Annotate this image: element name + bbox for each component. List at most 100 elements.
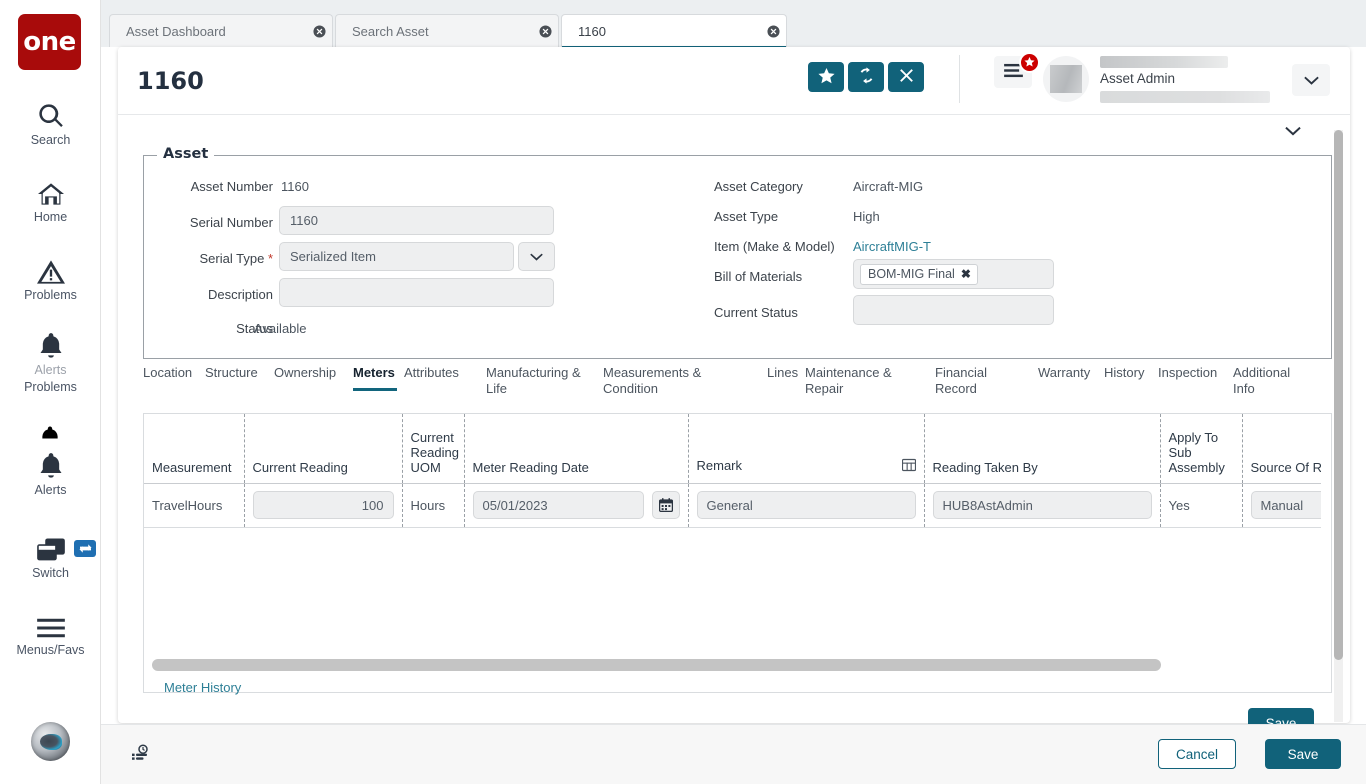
sidebar-item-problems[interactable]: Problems bbox=[0, 255, 101, 302]
sidebar-item-label: Search bbox=[31, 133, 71, 147]
grid-columns-icon[interactable] bbox=[902, 458, 916, 475]
tab-manufacturing-life[interactable]: Manufacturing & Life bbox=[486, 365, 582, 396]
sidebar-item-label: Alerts bbox=[35, 483, 67, 497]
refresh-icon bbox=[858, 67, 875, 87]
tab-asset-dashboard[interactable]: Asset Dashboard bbox=[109, 14, 333, 47]
hamburger-icon bbox=[36, 610, 66, 640]
tab-search-asset[interactable]: Search Asset bbox=[335, 14, 559, 47]
col-source-of-reading[interactable]: Source Of Reading bbox=[1242, 414, 1321, 483]
tab-1160[interactable]: 1160 bbox=[561, 14, 787, 47]
status-value: Available bbox=[254, 321, 307, 336]
asset-number-value: 1160 bbox=[281, 179, 309, 194]
serial-type-dropdown-button[interactable] bbox=[518, 242, 555, 271]
tab-history[interactable]: History bbox=[1104, 365, 1154, 381]
user-menu-caret-button[interactable] bbox=[1292, 64, 1330, 96]
cell-uom: Hours bbox=[402, 483, 464, 527]
record-header: 1160 bbox=[118, 47, 1350, 115]
item-make-model-link[interactable]: AircraftMIG-T bbox=[853, 239, 931, 254]
collapse-section-button[interactable] bbox=[1280, 121, 1306, 141]
favorite-button[interactable] bbox=[808, 62, 844, 92]
tab-ownership[interactable]: Ownership bbox=[274, 365, 348, 381]
description-input[interactable] bbox=[279, 278, 554, 307]
sidebar-item-home[interactable]: Home bbox=[0, 177, 101, 224]
tab-attributes[interactable]: Attributes bbox=[404, 365, 474, 381]
source-of-reading-input[interactable]: Manual bbox=[1251, 491, 1322, 519]
meter-settings-icon[interactable] bbox=[131, 743, 151, 766]
tab-inspection[interactable]: Inspection bbox=[1158, 365, 1228, 381]
cancel-button[interactable]: Cancel bbox=[1158, 739, 1236, 769]
col-current-reading-uom[interactable]: Current Reading UOM bbox=[402, 414, 464, 483]
current-status-input[interactable] bbox=[853, 295, 1054, 325]
section-collapse-row bbox=[118, 115, 1332, 147]
save-button[interactable]: Save bbox=[1265, 739, 1341, 769]
switch-windows-icon bbox=[36, 533, 66, 563]
asset-number-label: Asset Number bbox=[158, 179, 273, 194]
tab-label: 1160 bbox=[562, 24, 760, 39]
close-circle-icon[interactable] bbox=[532, 15, 558, 48]
record-page-card: 1160 bbox=[118, 47, 1350, 723]
col-remark[interactable]: Remark bbox=[688, 414, 924, 483]
cell-reading-taken-by: HUB8AstAdmin bbox=[924, 483, 1160, 527]
search-icon bbox=[37, 100, 65, 130]
menu-star-badge[interactable] bbox=[1019, 52, 1040, 73]
tab-additional-info[interactable]: Additional Info bbox=[1233, 365, 1305, 396]
bell-top-fragment-icon bbox=[38, 425, 62, 442]
remark-input[interactable]: General bbox=[697, 491, 916, 519]
close-button[interactable] bbox=[888, 62, 924, 92]
star-icon bbox=[818, 68, 835, 87]
page-vertical-scrollbar[interactable] bbox=[1334, 130, 1343, 722]
reading-taken-by-input[interactable]: HUB8AstAdmin bbox=[933, 491, 1152, 519]
col-apply-to-sub-assembly[interactable]: Apply To Sub Assembly bbox=[1160, 414, 1242, 483]
calendar-icon[interactable] bbox=[652, 491, 680, 519]
chevron-down-icon bbox=[1304, 73, 1319, 88]
cell-apply-to-sub-assembly: Yes bbox=[1160, 483, 1242, 527]
application-window: one Search Home Problems Alerts bbox=[0, 0, 1366, 784]
required-marker: * bbox=[268, 251, 273, 266]
cell-remark: General bbox=[688, 483, 924, 527]
current-reading-input[interactable]: 100 bbox=[253, 491, 394, 519]
grid-horizontal-scrollbar-thumb[interactable] bbox=[152, 659, 1161, 671]
meter-history-link[interactable]: Meter History bbox=[164, 680, 241, 695]
chip-remove-icon[interactable]: ✖ bbox=[961, 267, 971, 281]
description-label: Description bbox=[158, 287, 273, 302]
meter-reading-date-input[interactable]: 05/01/2023 bbox=[473, 491, 644, 519]
user-orb-icon[interactable] bbox=[31, 722, 70, 761]
sidebar-item-menus-favs[interactable]: Menus/Favs bbox=[0, 610, 101, 657]
serial-number-input[interactable]: 1160 bbox=[279, 206, 554, 235]
col-reading-taken-by[interactable]: Reading Taken By bbox=[924, 414, 1160, 483]
page-vertical-scrollbar-thumb[interactable] bbox=[1334, 130, 1343, 660]
tab-warranty[interactable]: Warranty bbox=[1038, 365, 1100, 381]
app-logo[interactable]: one bbox=[18, 14, 81, 70]
col-current-reading[interactable]: Current Reading bbox=[244, 414, 402, 483]
x-icon bbox=[899, 68, 914, 86]
close-circle-icon[interactable] bbox=[760, 15, 786, 48]
cell-measurement: TravelHours bbox=[144, 483, 244, 527]
tab-measurements-condition[interactable]: Measurements & Condition bbox=[603, 365, 707, 396]
sidebar-item-search[interactable]: Search bbox=[0, 100, 101, 147]
bom-chip[interactable]: BOM-MIG Final ✖ bbox=[860, 264, 978, 285]
tab-location[interactable]: Location bbox=[143, 365, 201, 381]
meters-table: Measurement Current Reading Current Read… bbox=[144, 414, 1321, 528]
chevron-down-icon bbox=[530, 249, 543, 264]
tab-structure[interactable]: Structure bbox=[205, 365, 269, 381]
page-title: 1160 bbox=[137, 67, 204, 95]
col-measurement[interactable]: Measurement bbox=[144, 414, 244, 483]
sidebar-item-alerts[interactable]: Alerts bbox=[0, 450, 101, 497]
tab-maintenance-repair[interactable]: Maintenance & Repair bbox=[805, 365, 905, 396]
avatar[interactable] bbox=[1043, 56, 1089, 102]
serial-type-input[interactable]: Serialized Item bbox=[279, 242, 514, 271]
sidebar-item-label: Problems bbox=[24, 380, 77, 394]
col-meter-reading-date[interactable]: Meter Reading Date bbox=[464, 414, 688, 483]
close-circle-icon[interactable] bbox=[306, 15, 332, 48]
chevron-down-icon bbox=[1285, 124, 1301, 139]
tab-label: Asset Dashboard bbox=[110, 24, 306, 39]
tab-meters[interactable]: Meters bbox=[353, 365, 397, 381]
grid-horizontal-scrollbar[interactable] bbox=[152, 659, 1312, 671]
tab-financial-record[interactable]: Financial Record bbox=[935, 365, 1001, 396]
sidebar-item-problems-overlap[interactable]: Problems bbox=[0, 347, 101, 394]
tab-lines[interactable]: Lines bbox=[767, 365, 803, 381]
table-header-row: Measurement Current Reading Current Read… bbox=[144, 414, 1321, 483]
refresh-button[interactable] bbox=[848, 62, 884, 92]
bill-of-materials-field[interactable]: BOM-MIG Final ✖ bbox=[853, 259, 1054, 289]
switch-toggle-badge[interactable] bbox=[74, 540, 96, 557]
